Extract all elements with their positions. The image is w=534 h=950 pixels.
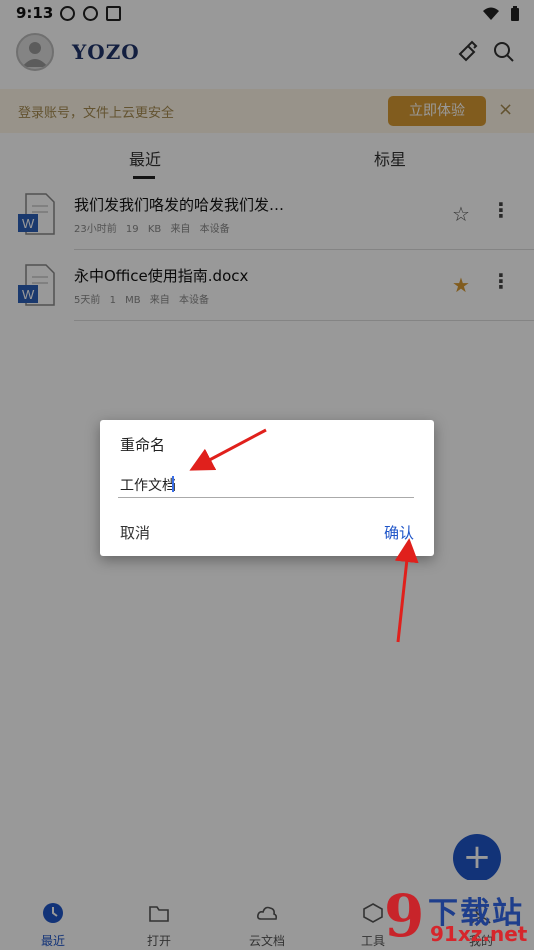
confirm-button[interactable]: 确认 — [384, 522, 414, 543]
text-caret — [172, 476, 174, 492]
cancel-button[interactable]: 取消 — [120, 522, 150, 543]
watermark-logo-mark: 9 — [384, 882, 425, 950]
rename-dialog: 重命名 取消 确认 — [100, 420, 434, 556]
watermark-url: 91xz.net — [430, 922, 528, 946]
filename-input[interactable] — [118, 472, 414, 498]
dialog-title: 重命名 — [120, 436, 166, 454]
watermark: 9 下载站 91xz.net — [384, 882, 534, 950]
